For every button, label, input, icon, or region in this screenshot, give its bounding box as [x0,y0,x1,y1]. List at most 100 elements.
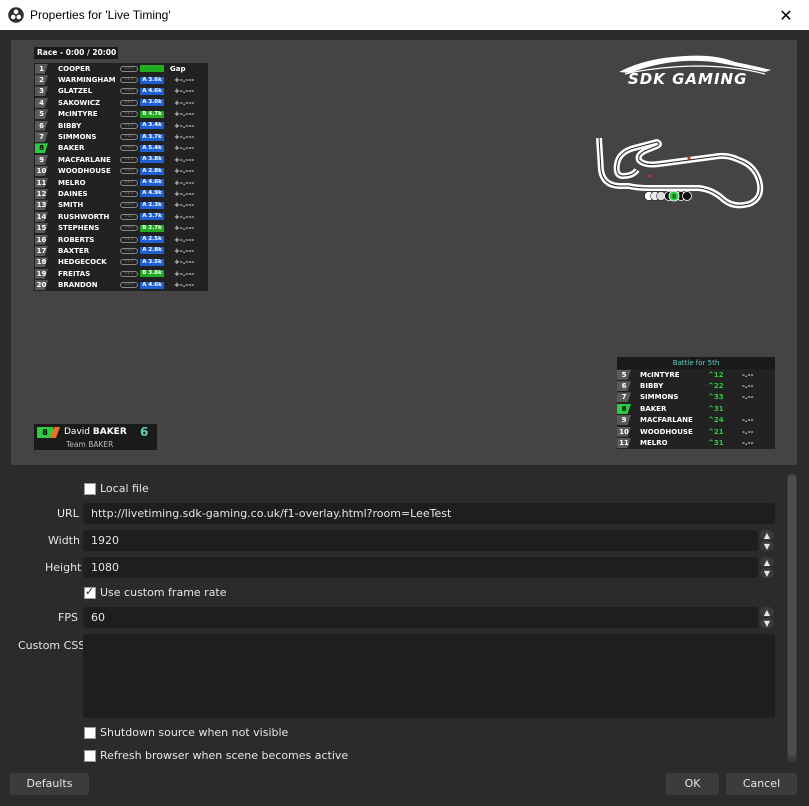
custom-css-textarea[interactable] [83,634,775,718]
row-position: 11 [35,177,48,188]
title-bar: Properties for 'Live Timing' ✕ [0,0,809,30]
battle-position: 6 [617,381,631,392]
row-driver-name: RUSHWORTH [58,212,110,221]
driver-card-number: 6 [140,425,149,439]
row-driver-name: STEPHENS [58,224,100,233]
row-driver-name: HEDGECOCK [58,258,107,267]
row-badge [140,65,164,73]
row-position: 14 [35,211,48,222]
close-button[interactable]: ✕ [763,0,809,30]
local-file-label: Local file [100,482,149,495]
row-driver-name: GLATZEL [58,87,93,96]
driver-card-name: David BAKER [64,427,127,437]
row-gap: +-.--- [174,155,195,164]
leaderboard-row: 4 SAKOWICZ ◦◦◦ A 3.0k +-.--- [34,97,208,108]
row-driver-name: COOPER [58,64,91,73]
battle-position: 5 [617,369,631,380]
url-label: URL [57,507,79,520]
shutdown-source-checkbox[interactable] [84,727,96,739]
battle-row: 9 MACFARLANE ^24 -.-- [617,414,775,426]
battle-value: ^12 [708,370,724,379]
battle-value: ^31 [708,439,724,448]
row-position: 16 [35,234,48,245]
tyre-icon: ◦◦◦ [120,270,138,277]
height-input[interactable]: 1080 [83,557,758,578]
leaderboard-row: 17 BAXTER ◦◦◦ A 2.8k +-.--- [34,245,208,256]
chevron-up-icon[interactable]: ▲ [760,557,774,567]
leaderboard-row: 10 WOODHOUSE ◦◦◦ A 2.8k +-.--- [34,166,208,177]
battle-position: 7 [617,392,631,403]
form-scrollbar[interactable] [787,473,797,763]
tyre-icon: ◦◦◦ [120,282,138,289]
row-driver-name: WARMINGHAM [58,76,116,85]
leaderboard-row: 3 GLATZEL ◦◦◦ A 4.6k +-.--- [34,86,208,97]
driver-card: 8 David BAKER 6 Team BAKER [34,424,157,450]
gap-header: Gap [170,64,186,73]
tyre-icon: ◦◦◦ [120,236,138,243]
row-driver-name: BRANDON [58,281,98,290]
ok-button[interactable]: OK [666,773,719,795]
leaderboard-row: 8 BAKER ◦◦◦ A 5.4k +-.--- [34,143,208,154]
driver-card-team: Team BAKER [66,440,114,449]
height-spinner[interactable]: ▲ ▼ [760,557,774,578]
row-gap: +-.--- [174,281,195,290]
width-input[interactable]: 1920 [83,530,758,551]
battle-header: Battle for 5th [617,357,775,369]
leaderboard-row: 14 RUSHWORTH ◦◦◦ A 3.7k +-.--- [34,211,208,222]
obs-logo-icon [8,7,24,23]
row-gap: +-.--- [174,133,195,142]
battle-row: 11 MELRO ^31 -.-- [617,437,775,449]
browser-preview: Race - 0:00 / 20:00 1 COOPER ◦◦◦ Gap 2 WARMI… [11,40,797,465]
fps-input[interactable]: 60 [83,607,758,628]
custom-frame-rate-checkbox[interactable] [84,585,96,599]
local-file-checkbox[interactable] [84,483,96,495]
chevron-up-icon[interactable]: ▲ [760,530,774,540]
chevron-up-icon[interactable]: ▲ [760,607,774,617]
row-badge: A 2.8k [140,247,164,255]
row-badge: A 4.9k [140,190,164,198]
row-gap: +-.--- [174,110,195,119]
battle-driver-name: MELRO [640,439,668,448]
row-badge: A 4.6k [140,281,164,289]
close-icon: ✕ [779,5,793,25]
tyre-icon: ◦◦◦ [120,88,138,95]
leaderboard-row: 2 WARMINGHAM ◦◦◦ A 3.6k +-.--- [34,74,208,86]
chevron-down-icon[interactable]: ▼ [760,541,774,551]
chevron-down-icon[interactable]: ▼ [760,618,774,628]
battle-gap: -.-- [742,382,754,391]
cancel-button[interactable]: Cancel [726,773,797,795]
row-badge: A 3.7k [140,213,164,221]
width-spinner[interactable]: ▲ ▼ [760,530,774,551]
row-gap: +-.--- [174,144,195,153]
track-marker-label: 8 [672,194,676,201]
row-gap: +-.--- [174,212,195,221]
logo-text: SDK GAMING [628,70,748,88]
tyre-icon: ◦◦◦ [120,179,138,186]
battle-value: ^21 [708,427,724,436]
row-badge: A 3.4k [140,122,164,130]
row-position: 8 [35,143,48,154]
scrollbar-thumb[interactable] [788,475,796,757]
leaderboard-row: 19 FREITAS ◦◦◦ B 3.8k +-.--- [34,268,208,279]
fps-spinner[interactable]: ▲ ▼ [760,607,774,628]
row-gap: +-.--- [174,269,195,278]
refresh-browser-checkbox[interactable] [84,750,96,762]
battle-row: 5 McINTYRE ^12 -.-- [617,369,775,381]
row-badge: B 3.8k [140,270,164,278]
fps-label: FPS [58,611,78,624]
chevron-down-icon[interactable]: ▼ [760,568,774,578]
leaderboard-row: 5 McINTYRE ◦◦◦ B 4.7k +-.--- [34,109,208,120]
row-position: 17 [35,245,48,256]
refresh-browser-label: Refresh browser when scene becomes activ… [100,749,349,762]
leaderboard-header: Race - 0:00 / 20:00 [34,47,118,59]
row-badge: A 2.5k [140,236,164,244]
defaults-button[interactable]: Defaults [10,773,89,795]
leaderboard-row: 16 ROBERTS ◦◦◦ A 2.5k +-.--- [34,234,208,245]
custom-css-label: Custom CSS [18,639,86,652]
row-driver-name: MELRO [58,178,86,187]
url-input[interactable]: http://livetiming.sdk-gaming.co.uk/f1-ov… [83,503,775,524]
row-badge: A 3.7k [140,133,164,141]
battle-driver-name: BIBBY [640,382,664,391]
row-position: 3 [35,86,48,97]
leaderboard-row: 18 HEDGECOCK ◦◦◦ A 3.5k +-.--- [34,257,208,268]
